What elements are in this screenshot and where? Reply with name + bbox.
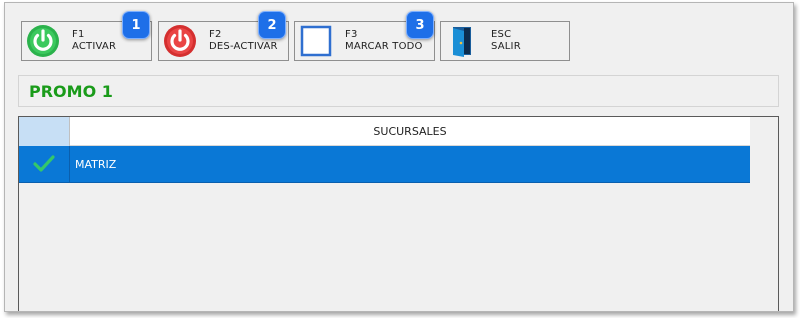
- column-header-sucursales[interactable]: SUCURSALES: [70, 117, 750, 146]
- promo-title: PROMO 1: [29, 81, 113, 101]
- select-column-header[interactable]: [19, 117, 70, 146]
- activar-key: F1: [72, 29, 85, 40]
- activar-label: ACTIVAR: [72, 41, 117, 52]
- desactivar-label: DES-ACTIVAR: [209, 41, 278, 52]
- salir-button[interactable]: ESC SALIR: [440, 21, 570, 61]
- salir-key: ESC: [491, 29, 512, 40]
- row-check-cell[interactable]: [19, 146, 70, 182]
- callout-badge-3: 3: [406, 11, 434, 39]
- table-row[interactable]: MATRIZ: [19, 146, 750, 183]
- checkbox-empty-icon: [299, 24, 333, 58]
- power-green-icon: [26, 24, 60, 58]
- power-red-icon: [163, 24, 197, 58]
- marcar-label: MARCAR TODO: [345, 41, 423, 52]
- door-exit-icon: [445, 24, 479, 58]
- salir-label: SALIR: [491, 41, 521, 52]
- row-sucursal-name: MATRIZ: [75, 157, 117, 171]
- app-window: F1 ACTIVAR F2 DES-ACTIVAR F3 MARCAR TODO: [4, 2, 794, 312]
- callout-badge-1: 1: [122, 11, 150, 39]
- promo-header: PROMO 1: [18, 75, 779, 107]
- callout-badge-2: 2: [258, 11, 286, 39]
- sucursales-grid: SUCURSALES MATRIZ: [18, 116, 779, 311]
- checkmark-icon: [33, 155, 55, 172]
- grid-header: SUCURSALES: [19, 117, 750, 146]
